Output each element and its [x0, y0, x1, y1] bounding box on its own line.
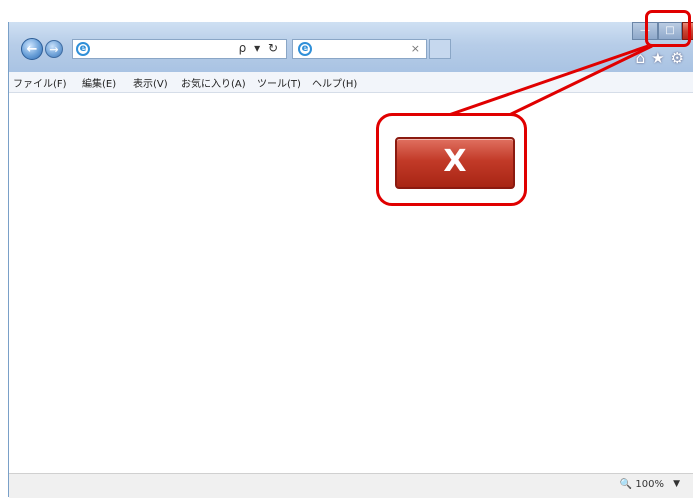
callout-pointer — [439, 44, 653, 120]
close-button-highlight — [645, 10, 691, 47]
enlarged-close-button: X — [395, 137, 515, 189]
